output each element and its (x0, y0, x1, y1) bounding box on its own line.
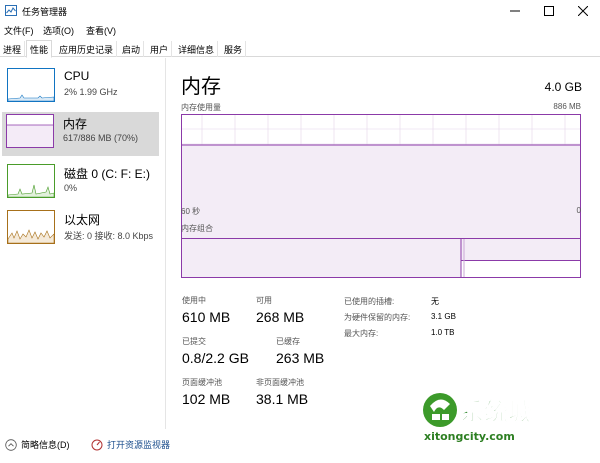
nonpaged-pool-value: 38.1 MB (256, 391, 309, 407)
minimize-icon (510, 10, 520, 12)
maximize-button[interactable] (532, 0, 566, 22)
ethernet-thumbnail-graph (7, 210, 55, 244)
performance-panel: 内存 4.0 GB 内存使用量 886 MB 60 秒 0 内存组合 使用中 6… (176, 58, 586, 429)
sidebar-item-cpu[interactable]: CPU 2% 1.99 GHz (3, 66, 159, 110)
sidebar-item-detail: 0% (64, 183, 78, 193)
memory-thumbnail-graph (6, 114, 54, 148)
menu-options[interactable]: 选项(O) (43, 24, 74, 37)
tab-startup[interactable]: 启动 (119, 41, 145, 57)
hardware-reserved-value: 3.1 GB (431, 312, 456, 321)
max-memory-value: 1.0 TB (431, 328, 455, 337)
tab-app-history[interactable]: 应用历史记录 (56, 41, 118, 57)
graph-time-start: 60 秒 (181, 207, 201, 216)
sidebar-item-name: 磁盘 0 (C: F: E:) (64, 167, 151, 181)
available-value: 268 MB (256, 309, 305, 325)
window-title: 任务管理器 (22, 7, 68, 17)
composition-in-use (182, 239, 461, 277)
cached-value: 263 MB (276, 350, 325, 366)
sidebar-item-detail: 发送: 0 接收: 8.0 Kbps (64, 231, 154, 241)
sidebar-item-name: 以太网 (64, 213, 101, 227)
slots-used-value: 无 (431, 297, 439, 306)
resource-sidebar: CPU 2% 1.99 GHz 内存 617/886 MB (70%) 磁盘 0… (0, 58, 166, 429)
fewer-details-label: 简略信息(D) (21, 440, 70, 450)
composition-label: 内存组合 (181, 224, 213, 233)
memory-total: 4.0 GB (544, 80, 582, 94)
title-bar: 任务管理器 (0, 0, 600, 22)
watermark-url: xitongcity.com (424, 430, 515, 443)
open-resource-monitor-label: 打开资源监视器 (107, 440, 171, 450)
hardware-reserved-label: 为硬件保留的内存: (344, 313, 411, 322)
tab-processes[interactable]: 进程 (0, 41, 26, 57)
sidebar-item-detail: 2% 1.99 GHz (64, 87, 118, 97)
page-title: 内存 (181, 76, 221, 98)
usage-graph-max: 886 MB (553, 102, 581, 111)
committed-label: 已提交 (182, 337, 206, 346)
in-use-label: 使用中 (182, 296, 206, 305)
sidebar-item-disk[interactable]: 磁盘 0 (C: F: E:) 0% (3, 162, 159, 206)
close-icon (578, 6, 588, 16)
tab-performance[interactable]: 性能 (26, 40, 53, 58)
minimize-button[interactable] (498, 0, 532, 22)
chevron-up-icon (5, 438, 17, 451)
paged-pool-value: 102 MB (182, 391, 231, 407)
available-label: 可用 (256, 296, 272, 305)
menu-bar: 文件(F) 选项(O) 查看(V) (0, 22, 600, 39)
in-use-value: 610 MB (182, 309, 231, 325)
sidebar-item-memory[interactable]: 内存 617/886 MB (70%) (2, 112, 159, 156)
sidebar-item-ethernet[interactable]: 以太网 发送: 0 接收: 8.0 Kbps (3, 208, 159, 252)
sidebar-item-name: CPU (64, 69, 90, 83)
menu-view[interactable]: 查看(V) (86, 24, 116, 37)
open-resource-monitor-link[interactable]: 打开资源监视器 (91, 438, 170, 451)
cached-label: 已缓存 (276, 337, 300, 346)
resource-monitor-icon (91, 439, 103, 450)
tab-users[interactable]: 用户 (147, 41, 173, 57)
committed-value: 0.8/2.2 GB (182, 350, 249, 366)
menu-file[interactable]: 文件(F) (4, 24, 34, 37)
watermark-text: 系统城 (460, 398, 532, 426)
tab-details[interactable]: 详细信息 (175, 41, 219, 57)
watermark-logo: 系统城 xitongcity.com (423, 393, 532, 443)
cpu-thumbnail-graph (7, 68, 55, 102)
disk-thumbnail-graph (7, 164, 55, 198)
task-manager-icon (5, 5, 17, 16)
fewer-details-button[interactable]: 简略信息(D) (5, 438, 70, 451)
sidebar-item-name: 内存 (63, 117, 88, 131)
slots-used-label: 已使用的插槽: (344, 297, 395, 306)
usage-graph-label: 内存使用量 (181, 103, 221, 112)
memory-composition-bar (181, 238, 581, 278)
maximize-icon (544, 6, 554, 16)
paged-pool-label: 页面缓冲池 (182, 378, 222, 387)
tab-services[interactable]: 服务 (221, 41, 247, 57)
close-button[interactable] (566, 0, 600, 22)
nonpaged-pool-label: 非页面缓冲池 (256, 378, 304, 387)
sidebar-item-detail: 617/886 MB (70%) (63, 133, 139, 143)
site-watermark: 系统城 xitongcity.com (418, 388, 576, 448)
max-memory-label: 最大内存: (344, 329, 379, 338)
tab-bar: 进程 性能 应用历史记录 启动 用户 详细信息 服务 (0, 39, 600, 58)
graph-time-end: 0 (576, 206, 581, 215)
